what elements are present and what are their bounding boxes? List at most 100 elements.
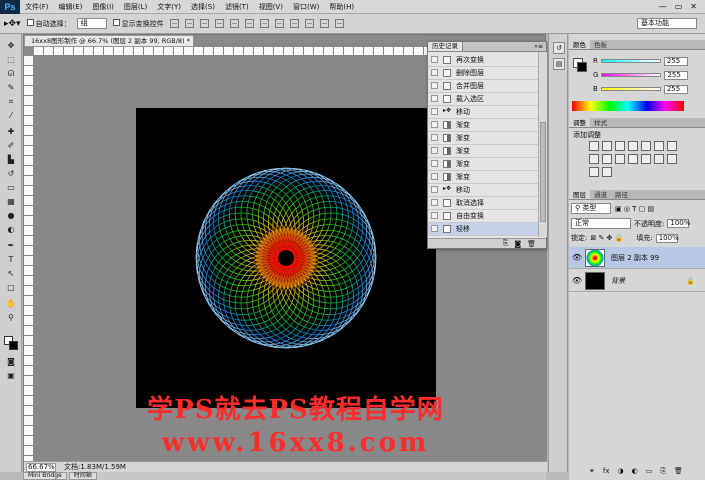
minimize-icon[interactable]: — — [659, 2, 667, 11]
lock-icons[interactable]: ⊠ ✎ ✥ 🔒 — [590, 234, 623, 242]
healing-tool-icon[interactable]: ✚ — [4, 126, 18, 137]
menu-layer[interactable]: 图层(L) — [119, 0, 152, 14]
history-item[interactable]: 渐变 — [428, 145, 538, 158]
curves-icon[interactable] — [615, 141, 625, 151]
history-brush-source-icon[interactable] — [431, 199, 438, 207]
tab-history[interactable]: 历史记录 — [428, 42, 463, 51]
path-select-tool-icon[interactable]: ↖ — [4, 268, 18, 279]
align-top-icon[interactable] — [169, 19, 179, 28]
marquee-tool-icon[interactable]: ⬚ — [4, 54, 18, 65]
history-item[interactable]: ▸✥ 移动 — [428, 106, 538, 119]
history-brush-source-icon[interactable] — [431, 82, 438, 90]
posterize-icon[interactable] — [654, 154, 664, 164]
document-tab[interactable]: 16xx8图形制作 @ 66.7% (图层 2 副本 99, RGB/8) * — [24, 35, 194, 47]
history-brush-source-icon[interactable] — [431, 56, 438, 64]
gradient-map-icon[interactable] — [589, 167, 599, 177]
workspace-dropdown[interactable]: 基本功能 — [637, 18, 697, 29]
history-item[interactable]: 取消选择 — [428, 197, 538, 210]
tab-color[interactable]: 颜色 — [569, 40, 590, 49]
blur-tool-icon[interactable]: ● — [4, 210, 18, 221]
distribute-top-icon[interactable] — [259, 19, 269, 28]
background-color-swatch[interactable] — [9, 341, 18, 350]
r-value[interactable]: 255 — [663, 56, 688, 66]
eraser-tool-icon[interactable]: ▭ — [4, 182, 18, 193]
zoom-tool-icon[interactable]: ⚲ — [4, 312, 18, 323]
lasso-tool-icon[interactable]: ᘏ — [4, 68, 18, 79]
history-item[interactable]: ▸✥ 移动 — [428, 184, 538, 197]
tab-timeline[interactable]: 时间轴 — [68, 472, 97, 480]
menu-type[interactable]: 文字(Y) — [152, 0, 186, 14]
history-item[interactable]: 自由变换 — [428, 210, 538, 223]
tab-layers[interactable]: 图层 — [569, 190, 590, 199]
trash-icon[interactable]: 🗑 — [527, 240, 536, 248]
color-spectrum[interactable] — [572, 101, 684, 111]
distribute-vcenter-icon[interactable] — [274, 19, 284, 28]
fx-icon[interactable]: fx — [603, 467, 610, 476]
align-bottom-icon[interactable] — [199, 19, 209, 28]
scroll-thumb[interactable] — [540, 122, 546, 222]
invert-icon[interactable] — [641, 154, 651, 164]
align-hcenter-icon[interactable] — [229, 19, 239, 28]
new-layer-icon[interactable]: ⎘ — [660, 467, 666, 476]
history-item[interactable]: 合并图层 — [428, 80, 538, 93]
properties-panel-icon[interactable]: ▤ — [553, 58, 565, 70]
move-tool-icon[interactable]: ✥ — [4, 40, 18, 51]
history-item[interactable]: 轻移 — [428, 223, 538, 236]
history-brush-source-icon[interactable] — [431, 212, 438, 220]
filter-icons[interactable]: ▣ ◎ T ▢ ▤ — [615, 205, 654, 213]
zoom-field[interactable]: 66.67% — [26, 462, 56, 472]
threshold-icon[interactable] — [667, 154, 677, 164]
history-scrollbar[interactable] — [538, 52, 547, 237]
history-item[interactable]: 载入选区 — [428, 93, 538, 106]
distribute-right-icon[interactable] — [334, 19, 344, 28]
history-brush-source-icon[interactable] — [431, 134, 438, 142]
history-item[interactable]: 再次变换 — [428, 54, 538, 67]
eye-icon[interactable]: 👁 — [569, 253, 585, 262]
doc-info[interactable]: 文档:1.83M/1.59M — [64, 462, 126, 472]
menu-help[interactable]: 帮助(H) — [324, 0, 359, 14]
tab-adjustments[interactable]: 调整 — [569, 118, 590, 127]
quick-select-tool-icon[interactable]: ✎ — [4, 82, 18, 93]
b-value[interactable]: 255 — [663, 84, 688, 94]
color-balance-icon[interactable] — [667, 141, 677, 151]
g-value[interactable]: 255 — [664, 70, 689, 80]
auto-select-checkbox[interactable]: 自动选择： — [26, 18, 71, 29]
camera-icon[interactable]: ◙ — [514, 240, 521, 248]
align-vcenter-icon[interactable] — [184, 19, 194, 28]
color-lookup-icon[interactable] — [628, 154, 638, 164]
stamp-tool-icon[interactable]: ▙ — [4, 154, 18, 165]
artboard[interactable] — [136, 108, 436, 408]
layer-row[interactable]: 👁 背景 🔒 — [569, 270, 705, 292]
menu-window[interactable]: 窗口(W) — [288, 0, 324, 14]
history-brush-source-icon[interactable] — [431, 69, 438, 77]
history-brush-source-icon[interactable] — [431, 108, 438, 116]
align-left-icon[interactable] — [214, 19, 224, 28]
history-item[interactable]: 渐变 — [428, 132, 538, 145]
channel-mixer-icon[interactable] — [615, 154, 625, 164]
hand-tool-icon[interactable]: ✋ — [4, 298, 18, 309]
history-item[interactable]: 渐变 — [428, 158, 538, 171]
b-slider[interactable] — [600, 87, 661, 91]
tab-swatches[interactable]: 色板 — [590, 40, 611, 49]
menu-image[interactable]: 图像(I) — [87, 0, 119, 14]
opacity-field[interactable]: 100% — [667, 219, 690, 228]
layer-row[interactable]: 👁 图层 2 副本 99 — [569, 247, 705, 269]
eyedropper-tool-icon[interactable]: ⁄ — [4, 110, 18, 121]
menu-filter[interactable]: 滤镜(T) — [220, 0, 254, 14]
blend-mode-dropdown[interactable]: 正常 — [571, 218, 631, 229]
history-brush-tool-icon[interactable]: ↺ — [4, 168, 18, 179]
history-brush-source-icon[interactable] — [431, 173, 438, 181]
menu-file[interactable]: 文件(F) — [20, 0, 54, 14]
history-panel-icon[interactable]: ↺ — [553, 42, 565, 54]
history-item[interactable]: 删除图层 — [428, 67, 538, 80]
menu-edit[interactable]: 编辑(E) — [54, 0, 88, 14]
bw-icon[interactable] — [589, 154, 599, 164]
distribute-hcenter-icon[interactable] — [319, 19, 329, 28]
adjustment-layer-icon[interactable]: ◐ — [632, 467, 638, 476]
history-brush-source-icon[interactable] — [431, 121, 438, 129]
history-brush-source-icon[interactable] — [431, 186, 438, 194]
g-slider[interactable] — [601, 73, 662, 77]
new-doc-from-state-icon[interactable]: ⎘ — [503, 239, 509, 248]
restore-icon[interactable]: ▭ — [675, 2, 683, 11]
photo-filter-icon[interactable] — [602, 154, 612, 164]
